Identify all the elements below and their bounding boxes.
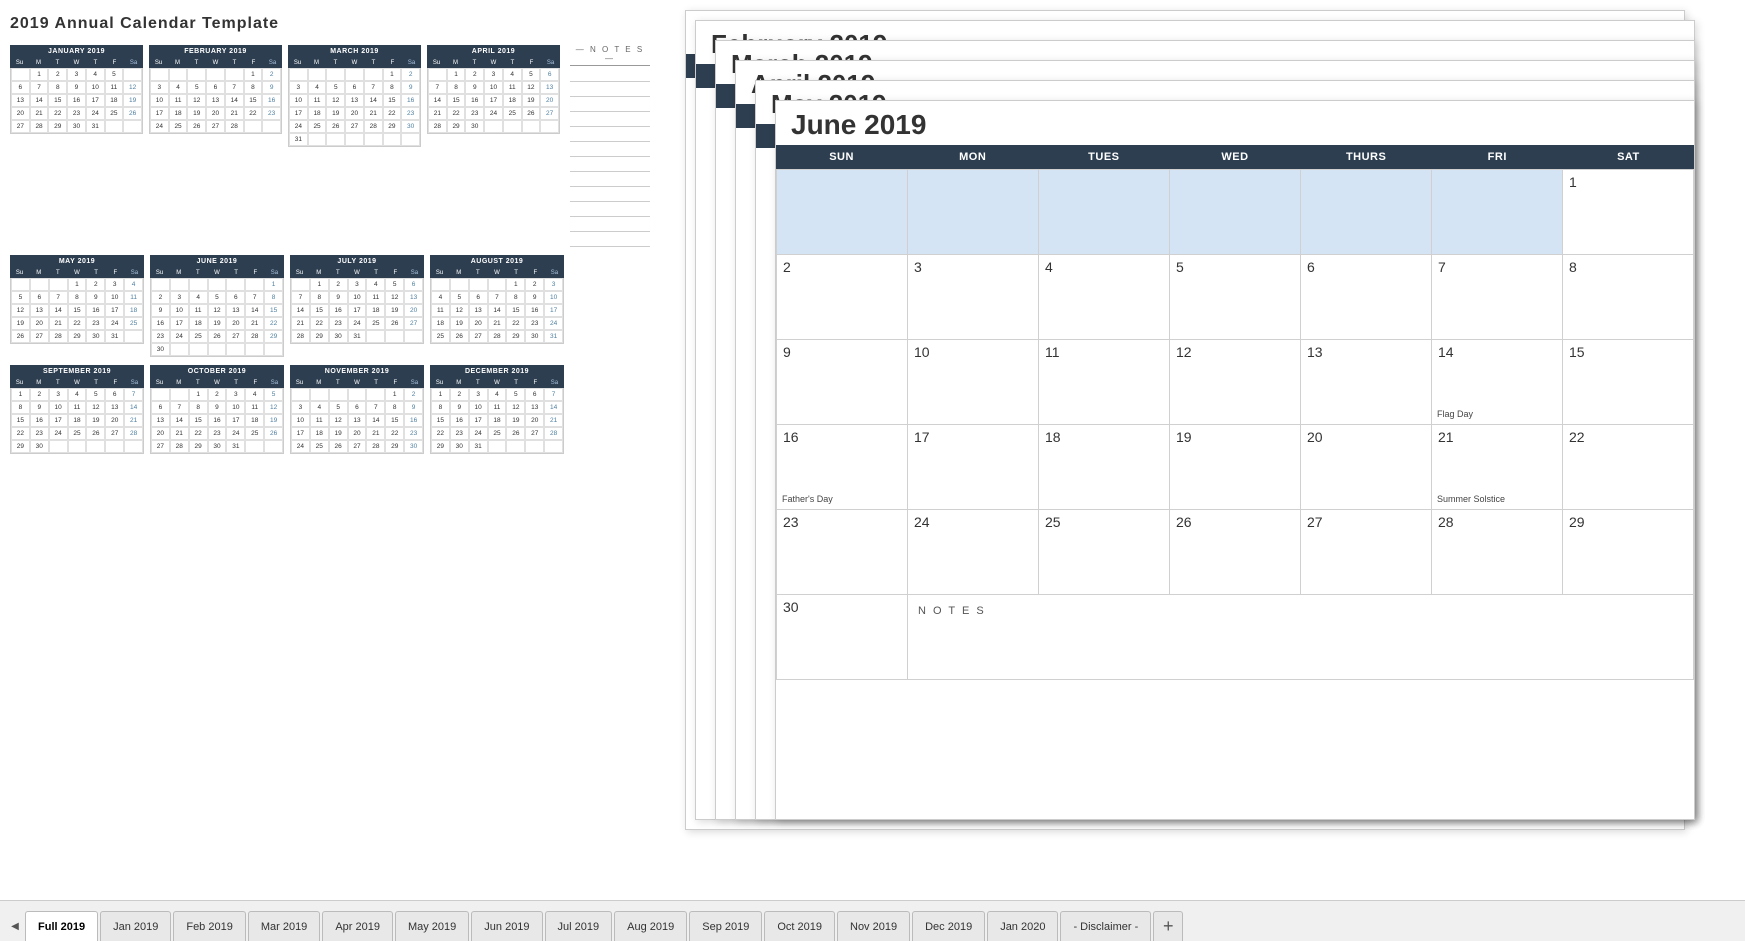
tab-sep-2019[interactable]: Sep 2019 xyxy=(689,911,762,941)
tab-disclaimer[interactable]: - Disclaimer - xyxy=(1060,911,1151,941)
june-cell-empty5 xyxy=(1301,170,1432,255)
june-cell-2: 2 xyxy=(777,255,908,340)
tab-jun-2019[interactable]: Jun 2019 xyxy=(471,911,542,941)
june-cell-26: 26 xyxy=(1170,510,1301,595)
mini-calendar-jul: JULY 2019 SuMTWTFSa 123456 78910111213 1… xyxy=(290,255,424,357)
june-cell-10: 10 xyxy=(908,340,1039,425)
june-cell-3: 3 xyxy=(908,255,1039,340)
calendar-pages-stack: January 2019 SUN MON TUES WED THURS FRI … xyxy=(665,0,1745,900)
june-notes-area: N O T E S xyxy=(908,595,1694,680)
june-cell-16: 16 Father's Day xyxy=(777,425,908,510)
tab-bar: ◀ Full 2019 Jan 2019 Feb 2019 Mar 2019 A… xyxy=(0,900,1745,941)
june-cell-12: 12 xyxy=(1170,340,1301,425)
tab-may-2019[interactable]: May 2019 xyxy=(395,911,469,941)
tab-dec-2019[interactable]: Dec 2019 xyxy=(912,911,985,941)
calendar-page-june: June 2019 SUN MON TUES WED THURS FRI SAT xyxy=(775,100,1695,820)
june-cell-7: 7 xyxy=(1432,255,1563,340)
tab-full-2019[interactable]: Full 2019 xyxy=(25,911,98,941)
june-cell-18: 18 xyxy=(1039,425,1170,510)
june-cell-8: 8 xyxy=(1563,255,1694,340)
june-cell-20: 20 xyxy=(1301,425,1432,510)
tab-jan-2019[interactable]: Jan 2019 xyxy=(100,911,171,941)
june-cell-29: 29 xyxy=(1563,510,1694,595)
tab-nav-left[interactable]: ◀ xyxy=(5,911,25,941)
annual-title: 2019 Annual Calendar Template xyxy=(10,15,650,33)
mini-calendar-jun: JUNE 2019 SuMTWTFSa 1 2345678 9101112131… xyxy=(150,255,284,357)
june-cell-23: 23 xyxy=(777,510,908,595)
june-cell-empty1 xyxy=(777,170,908,255)
june-cell-27: 27 xyxy=(1301,510,1432,595)
tab-jan-2020[interactable]: Jan 2020 xyxy=(987,911,1058,941)
june-cell-1: 1 xyxy=(1563,170,1694,255)
june-cell-25: 25 xyxy=(1039,510,1170,595)
june-cell-24: 24 xyxy=(908,510,1039,595)
june-cell-empty4 xyxy=(1170,170,1301,255)
june-cell-empty6 xyxy=(1432,170,1563,255)
mini-calendar-oct: OCTOBER 2019 SuMTWTFSa 12345 6789101112 … xyxy=(150,365,284,454)
june-cell-empty3 xyxy=(1039,170,1170,255)
june-cell-9: 9 xyxy=(777,340,908,425)
tab-mar-2019[interactable]: Mar 2019 xyxy=(248,911,320,941)
tab-add-button[interactable]: + xyxy=(1153,911,1183,941)
notes-panel-row1: — N O T E S — xyxy=(570,45,650,247)
june-cell-19: 19 xyxy=(1170,425,1301,510)
tab-aug-2019[interactable]: Aug 2019 xyxy=(614,911,687,941)
mini-calendar-mar: MARCH 2019 SuMTWTFSa 12 3456789 10111213… xyxy=(288,45,421,247)
mini-calendar-feb: FEBRUARY 2019 SuMTWTFSa 12 3456789 10111… xyxy=(149,45,282,247)
june-cell-15: 15 xyxy=(1563,340,1694,425)
june-cell-21: 21 Summer Solstice xyxy=(1432,425,1563,510)
june-cell-5: 5 xyxy=(1170,255,1301,340)
june-cell-4: 4 xyxy=(1039,255,1170,340)
mini-calendar-nov: NOVEMBER 2019 SuMTWTFSa 12 3456789 10111… xyxy=(290,365,424,454)
june-cell-28: 28 xyxy=(1432,510,1563,595)
mini-calendar-jan: JANUARY 2019 SuMTWTFSa 12345 6789101112 … xyxy=(10,45,143,247)
spreadsheet-area: 2019 Annual Calendar Template JANUARY 20… xyxy=(0,0,1745,900)
mini-calendar-dec: DECEMBER 2019 SuMTWTFSa 1234567 89101112… xyxy=(430,365,564,454)
june-cell-22: 22 xyxy=(1563,425,1694,510)
notes-label: — N O T E S — xyxy=(570,45,650,66)
june-cell-17: 17 xyxy=(908,425,1039,510)
tab-jul-2019[interactable]: Jul 2019 xyxy=(545,911,613,941)
june-cell-empty2 xyxy=(908,170,1039,255)
june-cell-6: 6 xyxy=(1301,255,1432,340)
june-cell-14: 14 Flag Day xyxy=(1432,340,1563,425)
june-cell-30: 30 xyxy=(777,595,908,680)
annual-overview: 2019 Annual Calendar Template JANUARY 20… xyxy=(0,0,660,900)
june-cell-13: 13 xyxy=(1301,340,1432,425)
june-cell-11: 11 xyxy=(1039,340,1170,425)
mini-calendar-may: MAY 2019 SuMTWTFSa 1234 567891011 121314… xyxy=(10,255,144,357)
mini-calendar-apr: APRIL 2019 SuMTWTFSa 123456 78910111213 … xyxy=(427,45,560,247)
tab-oct-2019[interactable]: Oct 2019 xyxy=(764,911,835,941)
tab-nov-2019[interactable]: Nov 2019 xyxy=(837,911,910,941)
tab-feb-2019[interactable]: Feb 2019 xyxy=(173,911,245,941)
mini-calendar-sep: SEPTEMBER 2019 SuMTWTFSa 1234567 8910111… xyxy=(10,365,144,454)
tab-apr-2019[interactable]: Apr 2019 xyxy=(322,911,393,941)
mini-calendar-aug: AUGUST 2019 SuMTWTFSa 123 45678910 11121… xyxy=(430,255,564,357)
